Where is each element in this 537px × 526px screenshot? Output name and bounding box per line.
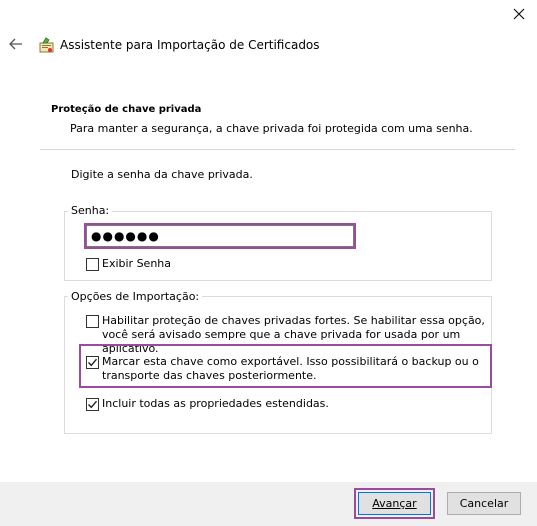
header-divider [40,149,515,150]
password-prompt: Digite a senha da chave privada. [71,168,253,181]
exportable-key-highlight [79,344,492,388]
password-highlight [84,223,356,249]
back-button[interactable] [6,35,26,55]
section-description: Para manter a segurança, a chave privada… [70,122,473,135]
section-title: Proteção de chave privada [51,104,202,115]
back-arrow-icon [9,38,23,53]
show-password-label[interactable]: Exibir Senha [102,257,171,271]
extended-properties-label[interactable]: Incluir todas as propriedades estendidas… [102,397,329,411]
close-button[interactable] [505,4,533,26]
cancel-button-label: Cancelar [459,497,509,510]
show-password-checkbox[interactable] [86,258,99,271]
next-button-highlight [354,488,435,519]
certificate-wizard-icon [37,36,55,54]
cancel-button[interactable]: Cancelar [447,492,521,515]
close-icon [513,8,525,23]
checkmark-icon [88,400,98,409]
extended-properties-checkbox[interactable] [86,398,99,411]
password-group-legend: Senha: [68,204,113,217]
window-title: Assistente para Importação de Certificad… [60,38,320,52]
strong-protection-checkbox[interactable] [86,315,99,328]
import-options-legend: Opções de Importação: [68,290,203,303]
